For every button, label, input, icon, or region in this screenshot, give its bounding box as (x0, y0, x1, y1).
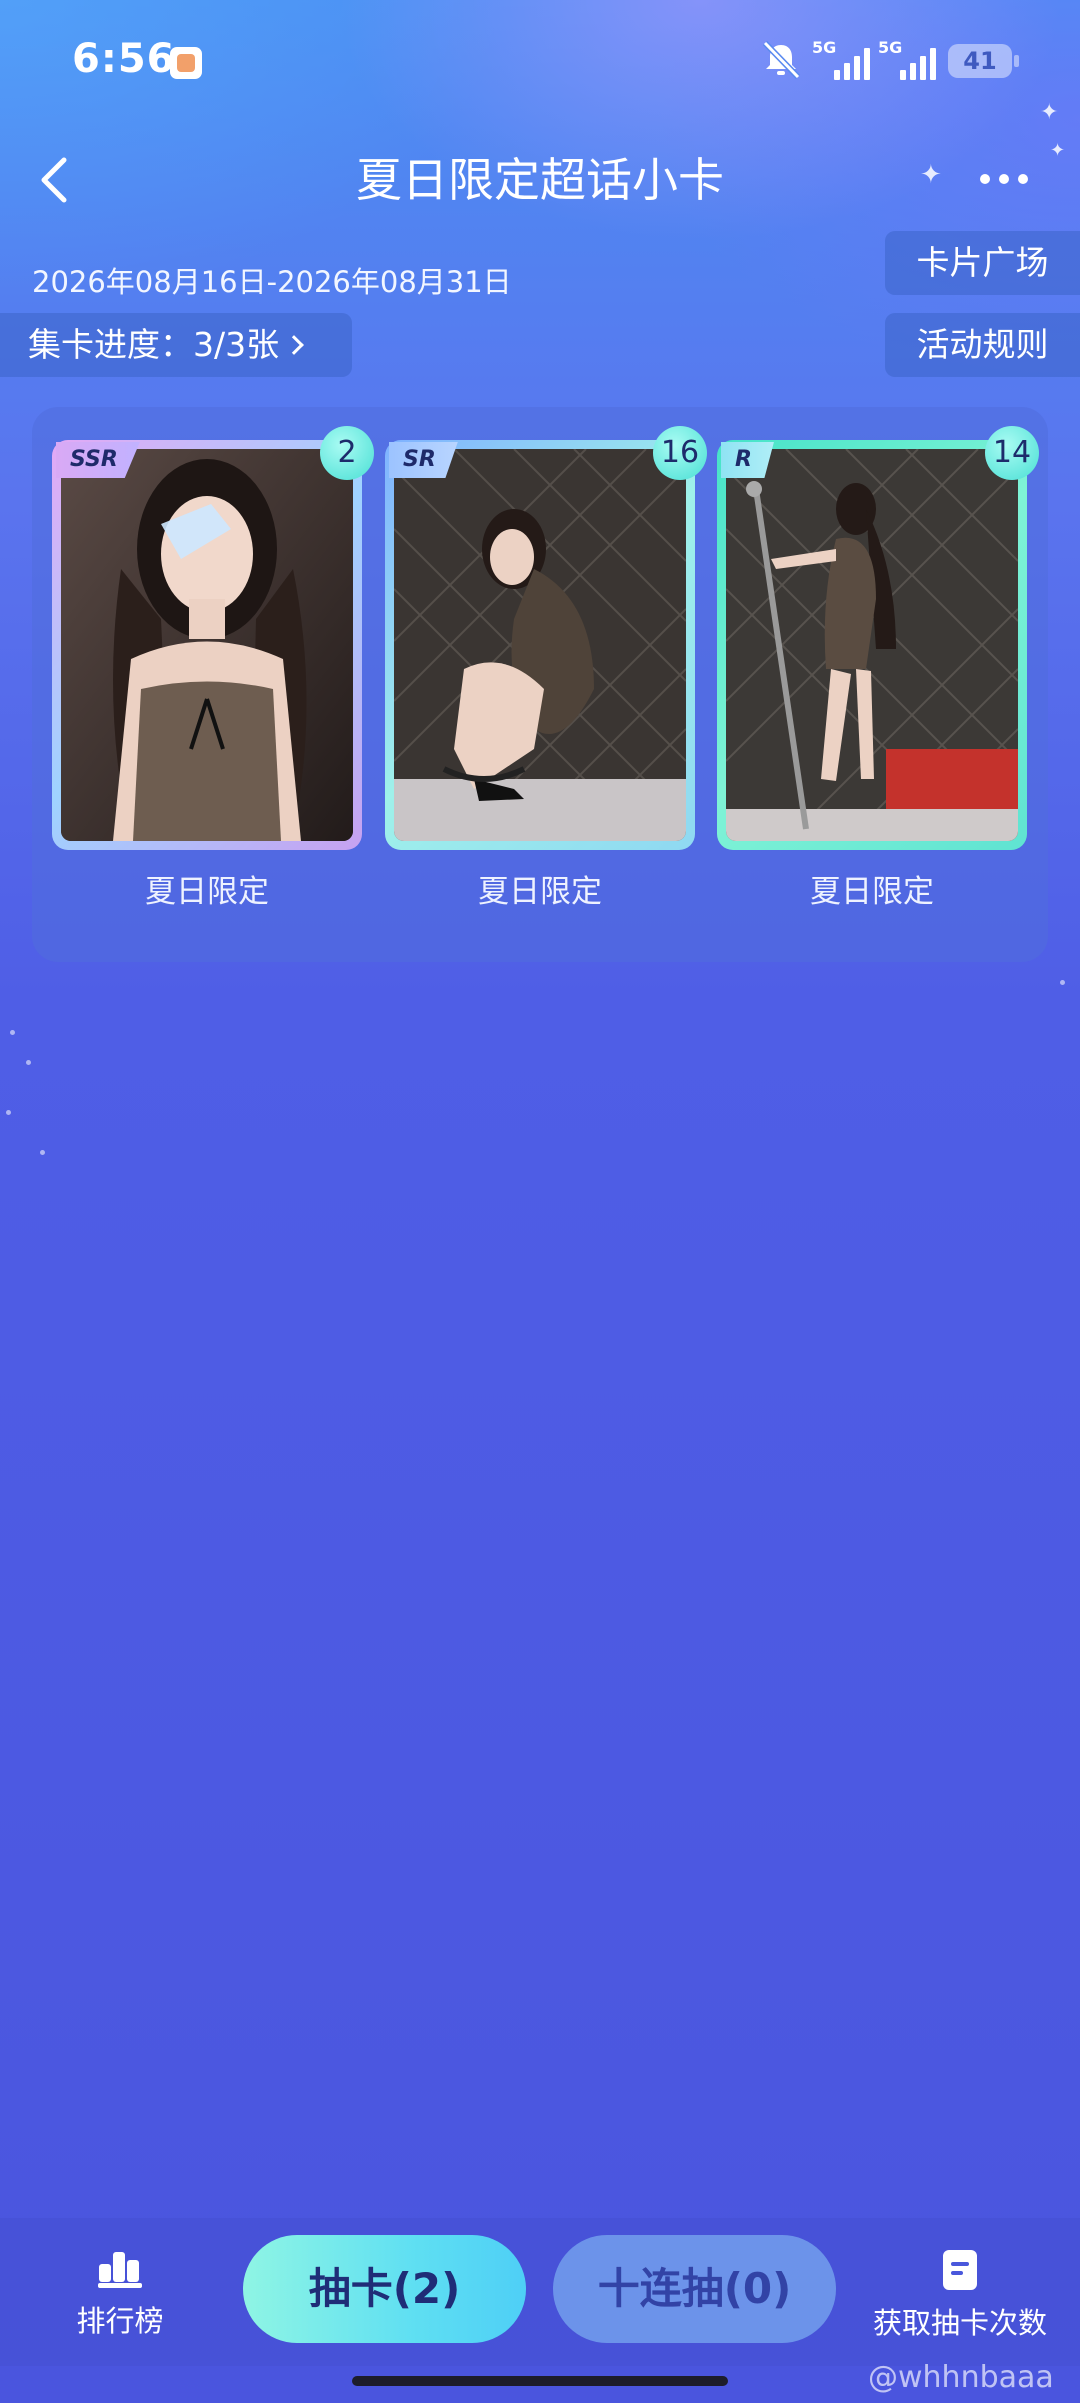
card-frame (385, 440, 695, 850)
watermark-text: @whhnbaaa (868, 2360, 1054, 2395)
status-time: 6:56 (72, 36, 176, 82)
document-icon (943, 2250, 977, 2290)
signal-icon: 5G (812, 38, 870, 80)
bell-muted-icon (762, 40, 801, 80)
card-name: 夏日限定 (145, 874, 269, 910)
card-name: 夏日限定 (478, 874, 602, 910)
ranking-chart-icon (98, 2252, 142, 2288)
star-dot (1060, 980, 1065, 985)
star-dot (26, 1060, 31, 1065)
card-frame (52, 440, 362, 850)
page-title: 夏日限定超话小卡 (356, 153, 724, 207)
ranking-label: 排行榜 (76, 2304, 164, 2338)
card-count-badge: 2 (320, 426, 374, 480)
ranking-button[interactable]: 排行榜 (60, 2250, 180, 2340)
card-photo (394, 449, 686, 841)
collection-progress-label: 集卡进度：3/3张 (28, 325, 280, 364)
event-date-range: 2026年08月16日-2026年08月31日 (32, 265, 512, 299)
collected-card[interactable]: SSR 2 (52, 426, 374, 850)
battery-icon: 41 (948, 44, 1019, 78)
star-dot (40, 1150, 45, 1155)
ten-draw-button[interactable]: 十连抽(0) (553, 2235, 836, 2343)
network-type-label: 5G (812, 38, 837, 57)
chevron-right-icon (284, 335, 305, 355)
card-photo (726, 449, 1018, 841)
card-photo (61, 449, 353, 841)
home-indicator[interactable] (352, 2376, 728, 2386)
get-draw-chances-label: 获取抽卡次数 (872, 2306, 1047, 2340)
collected-card[interactable]: SR 16 (385, 426, 707, 850)
app-notification-icon (170, 47, 202, 79)
star-dot (10, 1030, 15, 1035)
battery-level: 41 (963, 47, 997, 75)
more-options-icon[interactable] (980, 174, 1028, 184)
card-count-badge: 16 (653, 426, 707, 480)
card-name: 夏日限定 (810, 874, 934, 910)
status-bar: 6:56 5G 5G 41 (0, 0, 1080, 120)
card-frame (717, 440, 1027, 850)
network-type-label: 5G (878, 38, 903, 57)
signal-icon: 5G (878, 38, 936, 80)
card-count-badge: 14 (985, 426, 1039, 480)
card-square-button[interactable]: 卡片广场 (885, 231, 1080, 295)
star-dot (6, 1110, 11, 1115)
collected-card[interactable]: R 14 (717, 426, 1039, 850)
event-rules-button[interactable]: 活动规则 (885, 313, 1080, 377)
collection-progress-button[interactable]: 集卡进度：3/3张 (0, 313, 352, 377)
draw-card-button[interactable]: 抽卡(2) (243, 2235, 526, 2343)
get-draw-chances-button[interactable]: 获取抽卡次数 (860, 2250, 1060, 2342)
